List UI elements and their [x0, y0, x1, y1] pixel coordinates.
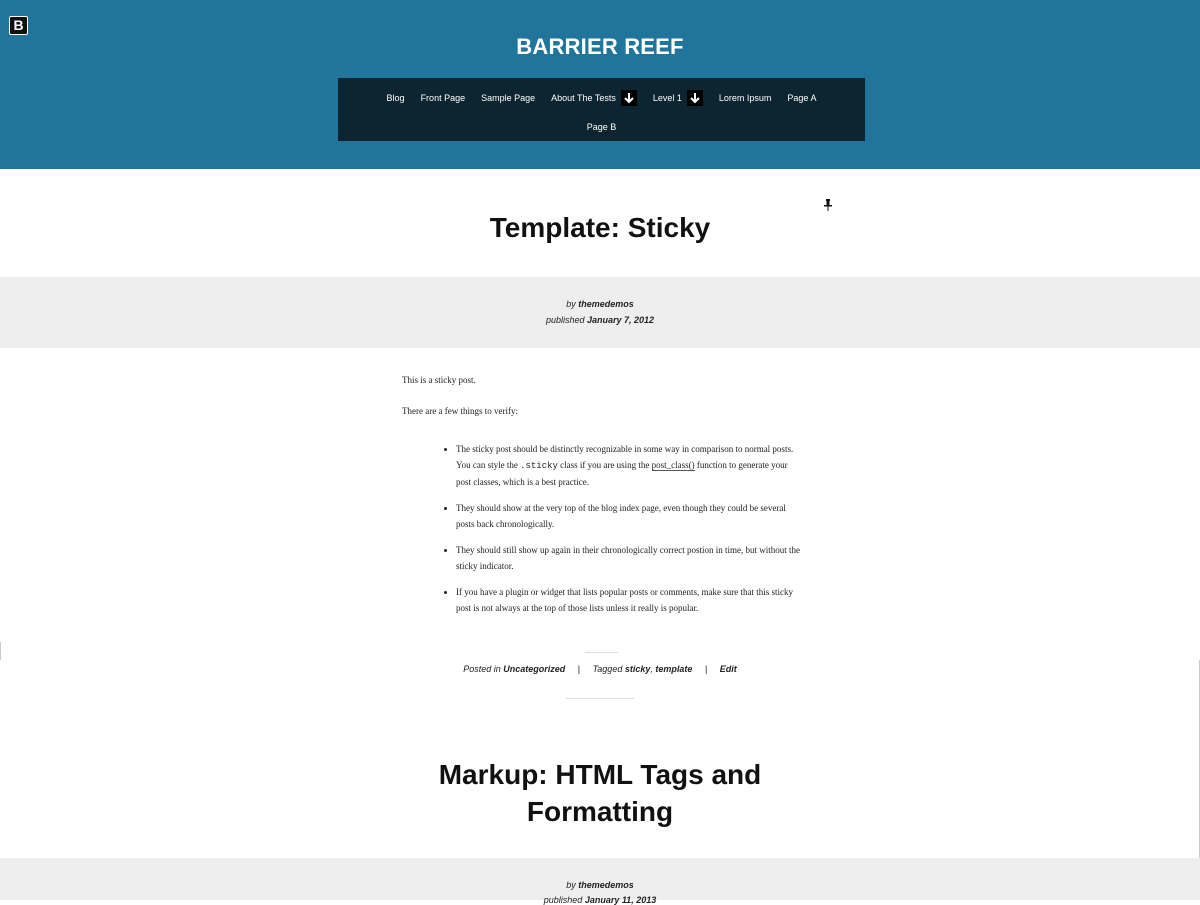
post-title[interactable]: Markup: HTML Tags and Formatting [0, 756, 1200, 830]
site-header: B BARRIER REEF Blog Front Page Sample Pa… [0, 0, 1200, 169]
nav-item-label: About The Tests [551, 93, 616, 103]
nav-item-label: Blog [386, 93, 405, 103]
code-snippet: .sticky [520, 461, 558, 471]
post-meta: by themedemos published January 11, 2013 [0, 858, 1200, 905]
separator: | [577, 664, 581, 674]
nav-item-label: Sample Page [481, 93, 536, 103]
paragraph: There are a few things to verify: [402, 406, 518, 416]
brand-logo-icon[interactable]: B [9, 16, 28, 35]
nav-item-lorem-ipsum[interactable]: Lorem Ipsum [719, 93, 772, 103]
nav-item-label: Page B [586, 122, 617, 132]
bullet-list: The sticky post should be distinctly rec… [402, 441, 802, 616]
date-link[interactable]: January 7, 2012 [587, 315, 654, 325]
main-navigation: Blog Front Page Sample Page About The Te… [338, 78, 865, 141]
nav-item-about-the-tests[interactable]: About The Tests [551, 90, 637, 106]
nav-item-level-1[interactable]: Level 1 [653, 90, 703, 106]
nav-item-page-b[interactable]: Page B [587, 122, 617, 132]
category-link[interactable]: Uncategorized [503, 664, 565, 674]
pushpin-icon [823, 198, 833, 211]
divider [0, 642, 1, 660]
nav-item-label: Front Page [420, 93, 466, 103]
tag-separator: , [650, 664, 653, 674]
date-link[interactable]: January 11, 2013 [585, 895, 656, 905]
nav-item-label: Level 1 [652, 93, 682, 103]
meta-date-line: published January 11, 2013 [0, 895, 1200, 905]
meta-author-line: by themedemos [0, 880, 1200, 890]
meta-date-line: published January 7, 2012 [0, 315, 1200, 325]
nav-row-1: Blog Front Page Sample Page About The Te… [338, 88, 865, 108]
list-text: class if you are using the [557, 460, 652, 470]
author-link[interactable]: themedemos [578, 299, 634, 309]
list-item: They should still show up again in their… [456, 542, 802, 574]
arrow-down-icon[interactable] [620, 90, 637, 106]
site-title[interactable]: BARRIER REEF [0, 34, 1200, 60]
meta-author-line: by themedemos [0, 299, 1200, 309]
edit-link[interactable]: Edit [720, 664, 737, 674]
divider [566, 698, 634, 699]
paragraph: This is a sticky post. [402, 375, 476, 385]
nav-item-blog[interactable]: Blog [387, 93, 405, 103]
arrow-down-icon[interactable] [686, 90, 703, 106]
nav-item-sample-page[interactable]: Sample Page [481, 93, 535, 103]
published-prefix: published [545, 315, 585, 325]
post-footer: Posted in Uncategorized | Tagged sticky,… [0, 664, 1200, 674]
nav-row-2: Page B [338, 117, 865, 137]
post-title[interactable]: Template: Sticky [0, 212, 1200, 244]
post-meta: by themedemos published January 7, 2012 [0, 277, 1200, 348]
by-prefix: by [566, 299, 576, 309]
posted-in-prefix: Posted in [463, 664, 501, 674]
by-prefix: by [566, 880, 576, 890]
divider [585, 652, 618, 653]
nav-item-label: Lorem Ipsum [718, 93, 772, 103]
tag-link-template[interactable]: template [655, 664, 692, 674]
post-content: This is a sticky post. There are a few t… [402, 372, 802, 626]
list-item: The sticky post should be distinctly rec… [456, 441, 802, 490]
post-title-line: Markup: HTML Tags and [438, 759, 762, 790]
list-item: They should show at the very top of the … [456, 500, 802, 532]
post-title-line: Formatting [526, 796, 674, 827]
nav-item-page-a[interactable]: Page A [787, 93, 816, 103]
list-item: If you have a plugin or widget that list… [456, 584, 802, 616]
nav-item-front-page[interactable]: Front Page [421, 93, 466, 103]
tag-link-sticky[interactable]: sticky [625, 664, 651, 674]
author-link[interactable]: themedemos [578, 880, 634, 890]
published-prefix: published [543, 895, 583, 905]
nav-item-label: Page A [787, 93, 817, 103]
tagged-prefix: Tagged [592, 664, 623, 674]
post-class-link[interactable]: post_class() [651, 460, 695, 471]
separator: | [704, 664, 708, 674]
